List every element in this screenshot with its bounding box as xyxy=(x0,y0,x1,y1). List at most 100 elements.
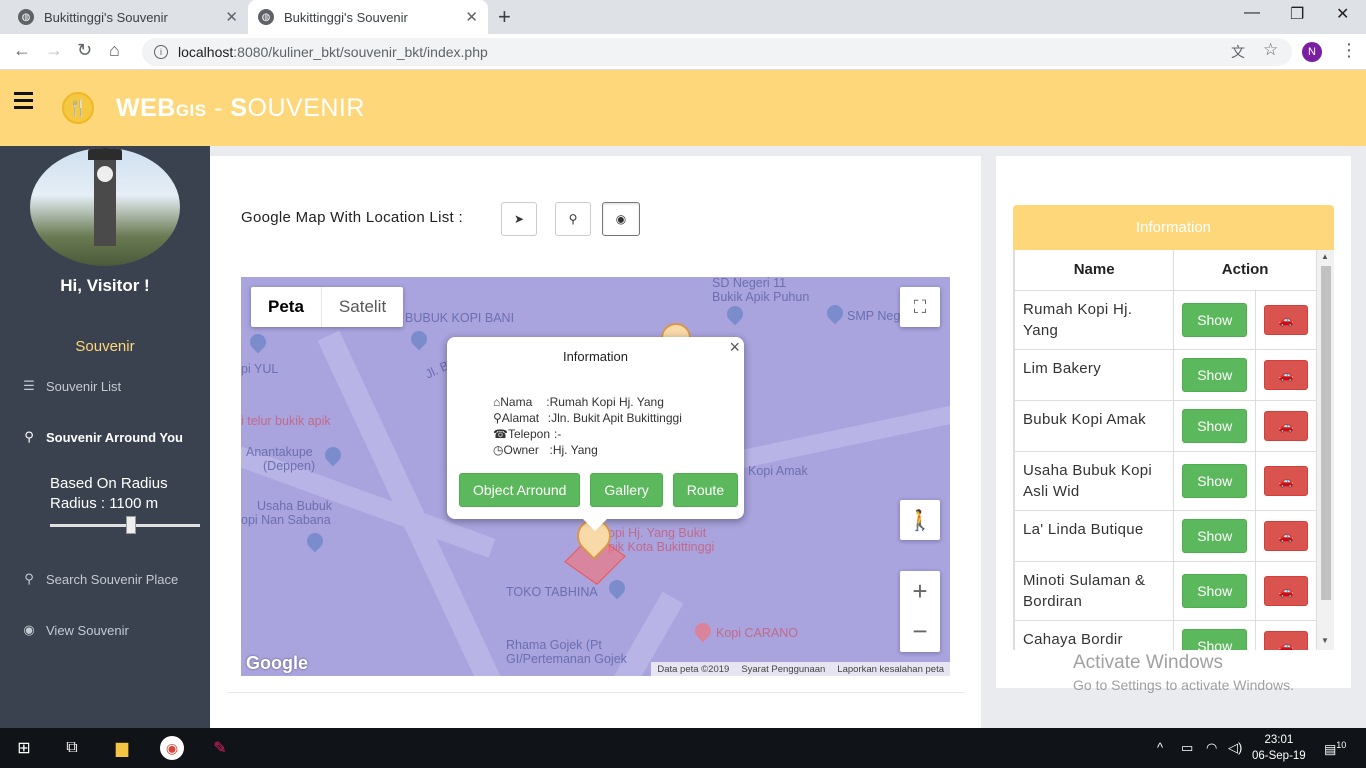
forward-icon[interactable]: → xyxy=(45,40,63,61)
zoom-out-button[interactable]: − xyxy=(912,612,927,652)
show-button[interactable]: Show xyxy=(1182,463,1248,498)
car-route-icon[interactable]: 🚗 xyxy=(1264,465,1309,496)
greeting: Hi, Visitor ! xyxy=(60,276,150,295)
map-type-control: Peta Satelit xyxy=(251,287,404,327)
info-icon[interactable]: i xyxy=(154,45,168,59)
reload-icon[interactable]: ↻ xyxy=(77,40,92,61)
marker-button[interactable]: ⚲ xyxy=(555,202,591,236)
scroll-up-icon[interactable]: ▲ xyxy=(1321,252,1329,261)
show-button[interactable]: Show xyxy=(1182,302,1248,337)
home-icon[interactable]: ⌂ xyxy=(109,40,120,61)
poi-label: BUBUK KOPI BANI xyxy=(405,311,515,325)
map-pin-icon[interactable] xyxy=(321,443,345,467)
show-button[interactable]: Show xyxy=(1182,628,1248,650)
windows-start-icon[interactable]: ⊞ xyxy=(12,736,36,760)
souvenir-name: Cahaya Bordir xyxy=(1014,619,1175,650)
new-tab-button[interactable]: + xyxy=(498,4,511,30)
file-explorer-icon[interactable]: ▆ xyxy=(110,736,134,760)
map-pin-icon[interactable] xyxy=(723,302,747,326)
show-button[interactable]: Show xyxy=(1182,518,1248,553)
map-pin-icon[interactable] xyxy=(691,619,715,643)
list-icon: ☰ xyxy=(23,378,35,393)
map-type-map[interactable]: Peta xyxy=(251,287,322,327)
system-clock[interactable]: 23:01 06-Sep-19 xyxy=(1252,732,1306,764)
locate-button[interactable]: ➤ xyxy=(501,202,537,236)
show-button[interactable]: Show xyxy=(1182,357,1248,392)
close-tab-icon[interactable]: ✕ xyxy=(225,8,238,26)
show-button[interactable]: Show xyxy=(1182,408,1248,443)
view-button[interactable]: ◉ xyxy=(602,202,640,236)
street-view-pegman-icon[interactable]: 🚶 xyxy=(900,500,940,540)
sidebar-item-view[interactable]: ◉ View Souvenir xyxy=(20,622,129,638)
close-window-icon[interactable]: ✕ xyxy=(1336,4,1349,24)
radius-slider[interactable] xyxy=(50,516,200,534)
wifi-icon[interactable]: ◠ xyxy=(1206,740,1217,756)
detail-key: Owner xyxy=(503,443,539,457)
souvenir-table-container[interactable]: Name Action Rumah Kopi Hj. Yang Show 🚗 L… xyxy=(1013,250,1334,650)
restore-icon[interactable]: ❐ xyxy=(1290,4,1304,24)
notification-count: 10 xyxy=(1336,740,1347,750)
url-field[interactable]: i localhost:8080/kuliner_bkt/souvenir_bk… xyxy=(142,38,1292,66)
table-row: Lim Bakery Show 🚗 xyxy=(1014,348,1317,401)
star-icon[interactable]: ☆ xyxy=(1263,40,1278,60)
car-route-icon[interactable]: 🚗 xyxy=(1264,304,1309,335)
browser-tab-1[interactable]: ◍ Bukittinggi's Souvenir ✕ xyxy=(8,0,248,34)
scroll-down-icon[interactable]: ▼ xyxy=(1321,636,1329,645)
back-icon[interactable]: ← xyxy=(13,40,31,61)
poi-label: TOKO TABHINA xyxy=(506,585,598,599)
car-route-icon[interactable]: 🚗 xyxy=(1264,575,1309,606)
map-type-satellite[interactable]: Satelit xyxy=(322,287,403,327)
map-attribution: Data peta ©2019 Syarat Penggunaan Lapork… xyxy=(651,662,950,676)
map-pin-icon[interactable] xyxy=(605,576,629,600)
tab-title: Bukittinggi's Souvenir xyxy=(44,9,168,25)
tray-chevron-icon[interactable]: ^ xyxy=(1157,740,1163,755)
route-button[interactable]: Route xyxy=(672,473,739,507)
app-header: 🍴 WEBGIS - SOUVENIR xyxy=(0,70,1366,146)
table-row: Minoti Sulaman & Bordiran Show 🚗 xyxy=(1014,560,1317,621)
fullscreen-icon[interactable]: ⛶ xyxy=(900,287,940,327)
profile-avatar[interactable]: N xyxy=(1302,42,1322,62)
map-pin-icon[interactable] xyxy=(303,529,327,553)
car-route-icon[interactable]: 🚗 xyxy=(1264,410,1309,441)
translate-icon[interactable]: 文 xyxy=(1231,42,1245,62)
hamburger-menu-icon[interactable] xyxy=(14,92,33,113)
attribution-report[interactable]: Laporkan kesalahan peta xyxy=(831,664,950,675)
attribution-data: Data peta ©2019 xyxy=(657,663,730,675)
brand-web: WEB xyxy=(116,94,176,122)
scrollbar-thumb[interactable] xyxy=(1321,266,1331,600)
table-scrollbar[interactable]: ▲ ▼ xyxy=(1317,250,1334,650)
map-pin-icon[interactable] xyxy=(246,330,270,354)
menu-dots-icon[interactable]: ⋮ xyxy=(1340,40,1358,61)
car-route-icon[interactable]: 🚗 xyxy=(1264,359,1309,390)
sidebar-item-souvenir-list[interactable]: ☰ Souvenir List xyxy=(20,378,121,394)
task-view-icon[interactable]: ⧉ xyxy=(60,736,84,760)
sidebar-item-search[interactable]: ⚲ Search Souvenir Place xyxy=(20,571,178,587)
radius-box: Based On Radius Radius : 1100 m xyxy=(50,474,168,514)
poi-label: opi Nan Sabana xyxy=(241,513,331,527)
browser-tab-2[interactable]: ◍ Bukittinggi's Souvenir ✕ xyxy=(248,0,488,34)
map-pin-icon[interactable] xyxy=(407,327,431,351)
map-title: Google Map With Location List : xyxy=(241,209,463,226)
zoom-in-button[interactable]: + xyxy=(912,572,927,612)
object-arround-button[interactable]: Object Arround xyxy=(459,473,581,507)
notification-icon[interactable]: ▤10 xyxy=(1324,740,1346,757)
car-route-icon[interactable]: 🚗 xyxy=(1264,520,1309,551)
sidebar-item-label: Souvenir Arround You xyxy=(46,429,183,445)
car-route-icon[interactable]: 🚗 xyxy=(1264,630,1309,650)
battery-icon[interactable]: ▭ xyxy=(1181,740,1193,756)
map-pin-icon[interactable] xyxy=(823,301,847,325)
gallery-button[interactable]: Gallery xyxy=(590,473,663,507)
column-header-name: Name xyxy=(1014,250,1175,291)
table-row: Bubuk Kopi Amak Show 🚗 xyxy=(1014,399,1317,452)
app-icon[interactable]: ✎ xyxy=(208,736,232,760)
attribution-terms[interactable]: Syarat Penggunaan xyxy=(735,664,831,675)
minimize-icon[interactable]: — xyxy=(1244,4,1260,22)
souvenir-name: La' Linda Butique xyxy=(1014,509,1175,562)
close-tab-icon[interactable]: ✕ xyxy=(465,8,478,26)
poi-label: GI/Pertemanan Gojek xyxy=(506,652,627,666)
chrome-icon[interactable]: ◉ xyxy=(160,736,184,760)
sidebar-item-souvenir-arround[interactable]: ⚲ Souvenir Arround You xyxy=(20,429,183,445)
volume-icon[interactable]: ◁) xyxy=(1228,740,1242,756)
show-button[interactable]: Show xyxy=(1182,573,1248,608)
radius-slider-thumb[interactable] xyxy=(126,516,136,534)
